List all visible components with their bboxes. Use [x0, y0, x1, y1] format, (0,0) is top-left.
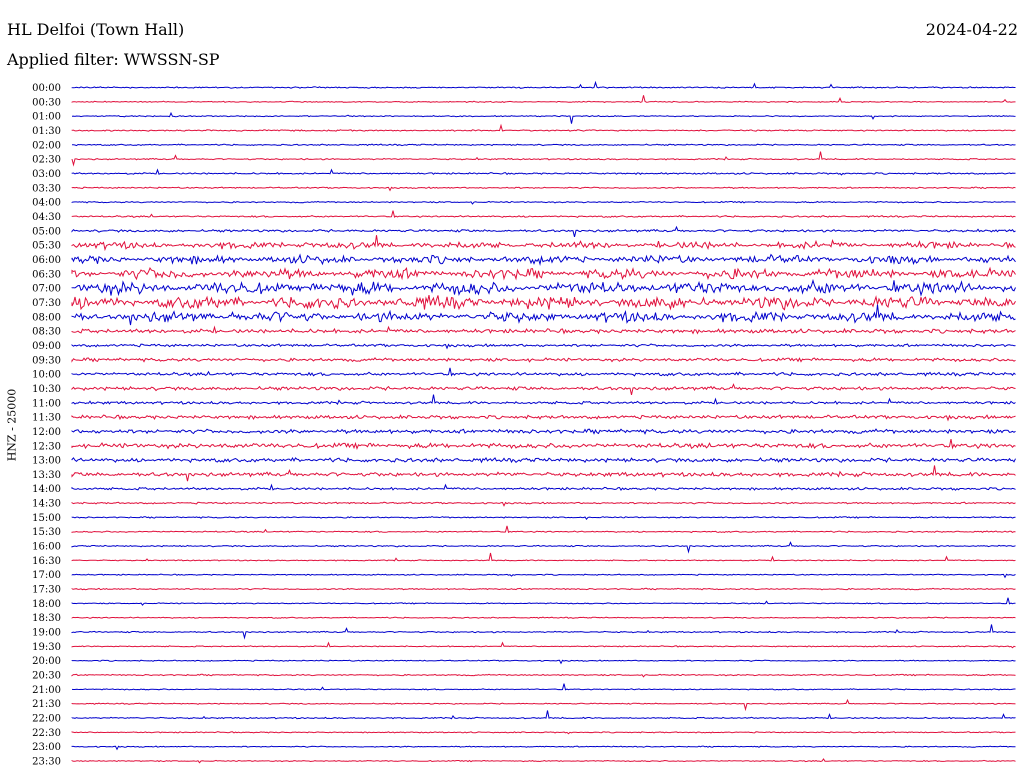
- row-time-label: 06:30: [32, 269, 61, 280]
- seismic-trace-1300: [71, 456, 1016, 464]
- row-time-label: 06:00: [32, 255, 61, 266]
- row-time-label: 23:30: [32, 757, 61, 768]
- seismic-trace-0600: [71, 253, 1016, 266]
- row-time-label: 13:00: [32, 456, 61, 467]
- seismic-trace-0230: [71, 151, 1016, 167]
- seismic-trace-0000: [71, 80, 1016, 89]
- row-time-label: 03:30: [32, 183, 61, 194]
- row-time-label: 15:30: [32, 527, 61, 538]
- seismic-trace-2100: [71, 683, 1016, 691]
- seismic-trace-0700: [71, 278, 1016, 297]
- row-time-label: 07:00: [32, 284, 61, 295]
- row-time-label: 14:00: [32, 484, 61, 495]
- seismic-trace-0300: [71, 168, 1016, 176]
- seismic-trace-1500: [71, 516, 1016, 521]
- row-time-label: 23:00: [32, 742, 61, 753]
- row-time-label: 00:00: [32, 83, 61, 94]
- seismic-trace-2330: [71, 758, 1016, 764]
- row-time-label: 21:00: [32, 685, 61, 696]
- helicorder-plot: 00:00 00:30 01:00 01:30 02:00 02:30 03:00 03:30…: [32, 80, 1016, 768]
- seismic-trace-1530: [71, 525, 1016, 534]
- row-time-label: 07:30: [32, 298, 61, 309]
- seismic-trace-0330: [71, 186, 1016, 192]
- seismic-trace-1230: [71, 438, 1016, 451]
- seismic-trace-0430: [71, 210, 1016, 218]
- row-time-label: 19:00: [32, 628, 61, 639]
- row-time-label: 04:30: [32, 212, 61, 223]
- seismic-trace-1000: [71, 367, 1016, 377]
- row-time-label: 05:00: [32, 226, 61, 237]
- row-time-label: 03:00: [32, 169, 61, 180]
- seismic-trace-0930: [71, 357, 1016, 363]
- seismic-trace-2300: [71, 745, 1016, 751]
- row-time-label: 19:30: [32, 642, 61, 653]
- row-time-label: 09:30: [32, 355, 61, 366]
- row-time-label: 12:30: [32, 441, 61, 452]
- row-time-label: 17:30: [32, 585, 61, 596]
- seismic-trace-2230: [71, 731, 1016, 735]
- row-time-label: 13:30: [32, 470, 61, 481]
- seismic-trace-0900: [71, 343, 1016, 350]
- row-time-label: 01:00: [32, 112, 61, 123]
- row-time-label: 18:00: [32, 599, 61, 610]
- row-time-label: 15:00: [32, 513, 61, 524]
- seismic-trace-1030: [71, 383, 1016, 396]
- row-time-label: 16:00: [32, 542, 61, 553]
- row-time-label: 02:30: [32, 155, 61, 166]
- seismic-trace-1900: [71, 624, 1016, 640]
- row-time-label: 11:00: [32, 398, 61, 409]
- seismic-trace-1600: [71, 541, 1016, 554]
- seismic-trace-1630: [71, 552, 1016, 562]
- seismic-trace-0730: [71, 294, 1016, 311]
- seismic-trace-1400: [71, 483, 1016, 492]
- seismic-trace-0630: [71, 266, 1016, 281]
- row-time-label: 20:30: [32, 671, 61, 682]
- row-time-label: 09:00: [32, 341, 61, 352]
- seismic-trace-0400: [71, 200, 1016, 205]
- row-time-label: 10:30: [32, 384, 61, 395]
- seismic-trace-0030: [71, 95, 1016, 103]
- seismic-trace-2000: [71, 659, 1016, 665]
- row-time-label: 14:30: [32, 499, 61, 510]
- seismic-trace-0530: [71, 235, 1016, 252]
- row-time-label: 18:30: [32, 613, 61, 624]
- seismic-trace-0100: [71, 111, 1016, 124]
- row-time-label: 10:00: [32, 370, 61, 381]
- seismic-trace-1330: [71, 465, 1016, 482]
- seismic-trace-1130: [71, 414, 1016, 422]
- seismic-trace-0830: [71, 325, 1016, 335]
- seismic-trace-1700: [71, 573, 1016, 579]
- seismic-trace-2030: [71, 673, 1016, 678]
- seismic-trace-1430: [71, 501, 1016, 507]
- seismic-trace-1830: [71, 616, 1016, 619]
- seismic-trace-0500: [71, 225, 1016, 238]
- seismic-trace-1730: [71, 587, 1016, 591]
- seismic-trace-1800: [71, 597, 1016, 606]
- row-time-label: 04:00: [32, 198, 61, 209]
- seismic-trace-2130: [71, 698, 1016, 712]
- seismic-trace-0200: [72, 143, 1016, 147]
- seismic-trace-2200: [71, 710, 1016, 720]
- row-time-label: 08:00: [32, 312, 61, 323]
- row-time-label: 08:30: [32, 327, 61, 338]
- row-time-label: 17:00: [32, 570, 61, 581]
- seismic-trace-1200: [71, 428, 1016, 435]
- seismic-trace-0130: [71, 123, 1016, 132]
- row-time-label: 22:00: [32, 714, 61, 725]
- row-time-label: 02:00: [32, 140, 61, 151]
- row-time-label: 22:30: [32, 728, 61, 739]
- row-time-label: 05:30: [32, 241, 61, 252]
- seismic-trace-1100: [71, 394, 1016, 406]
- row-time-label: 11:30: [32, 413, 61, 424]
- row-time-label: 21:30: [32, 699, 61, 710]
- row-time-label: 12:00: [32, 427, 61, 438]
- seismic-trace-1930: [71, 641, 1016, 649]
- row-time-label: 20:00: [32, 656, 61, 667]
- row-time-label: 00:30: [32, 97, 61, 108]
- row-time-label: 16:30: [32, 556, 61, 567]
- seismic-trace-0800: [71, 304, 1016, 326]
- row-time-label: 01:30: [32, 126, 61, 137]
